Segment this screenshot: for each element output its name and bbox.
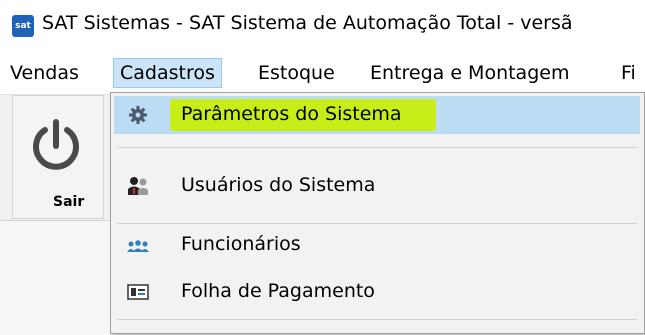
- employees-icon: [127, 240, 149, 252]
- menu-item-label: Parâmetros do Sistema: [181, 103, 402, 125]
- menu-estoque[interactable]: Estoque: [252, 58, 341, 88]
- menu-separator: [117, 319, 637, 320]
- menu-bar: Vendas Cadastros Estoque Entrega e Monta…: [0, 50, 645, 94]
- window-title: SAT Sistemas - SAT Sistema de Automação …: [42, 12, 573, 34]
- menu-separator: [117, 223, 637, 224]
- menu-item-parametros[interactable]: Parâmetros do Sistema: [114, 96, 640, 134]
- users-icon: [128, 177, 148, 195]
- menu-item-usuarios[interactable]: Usuários do Sistema: [114, 167, 640, 205]
- power-icon: [33, 119, 79, 170]
- menu-cadastros[interactable]: Cadastros: [113, 58, 222, 88]
- menu-item-label: Folha de Pagamento: [181, 280, 375, 302]
- menu-fi[interactable]: Fi: [615, 58, 642, 88]
- sair-label: Sair: [53, 194, 85, 210]
- title-bar: sat SAT Sistemas - SAT Sistema de Automa…: [0, 0, 645, 50]
- gear-icon: [129, 106, 147, 124]
- sair-button[interactable]: Sair: [12, 95, 104, 219]
- menu-item-funcionarios[interactable]: Funcionários: [114, 226, 640, 264]
- app-icon: sat: [12, 15, 34, 37]
- payroll-icon: [127, 284, 149, 300]
- menu-item-label: Usuários do Sistema: [181, 174, 376, 196]
- menu-vendas[interactable]: Vendas: [4, 58, 85, 88]
- menu-item-folha-pagamento[interactable]: Folha de Pagamento: [114, 273, 640, 311]
- menu-item-label: Funcionários: [181, 233, 301, 255]
- menu-separator: [117, 147, 637, 148]
- cadastros-dropdown: Parâmetros do Sistema Usuários do Sistem…: [110, 92, 645, 334]
- menu-entrega-montagem[interactable]: Entrega e Montagem: [364, 58, 575, 88]
